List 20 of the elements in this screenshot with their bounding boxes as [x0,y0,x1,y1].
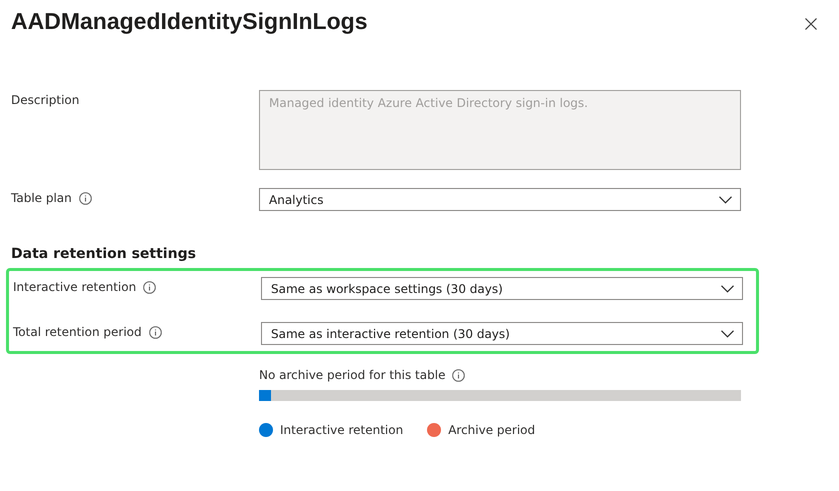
chevron-down-icon [719,196,732,204]
info-icon[interactable] [78,192,92,204]
chevron-down-icon [721,330,734,338]
field-label: Total retention period [13,325,142,339]
section-heading: Data retention settings [11,246,197,262]
chevron-down-icon [721,284,734,292]
close-icon[interactable] [805,18,817,30]
field-label: Table plan [11,191,72,205]
field-label: Description [11,93,80,107]
info-icon[interactable] [452,368,466,382]
legend-label: Interactive retention [280,423,404,437]
archive-caption: No archive period for this table [259,368,446,382]
info-icon[interactable] [148,326,162,338]
info-icon[interactable] [143,280,156,294]
dropdown[interactable]: Same as workspace settings (30 days) [261,277,743,300]
field-label: Interactive retention [13,280,136,294]
dropdown[interactable]: Same as interactive retention (30 days) [261,322,743,345]
window-title: AADManagedIdentitySignInLogs [11,8,368,35]
legend-label: Archive period [448,423,536,437]
dropdown[interactable]: Analytics [259,188,741,211]
